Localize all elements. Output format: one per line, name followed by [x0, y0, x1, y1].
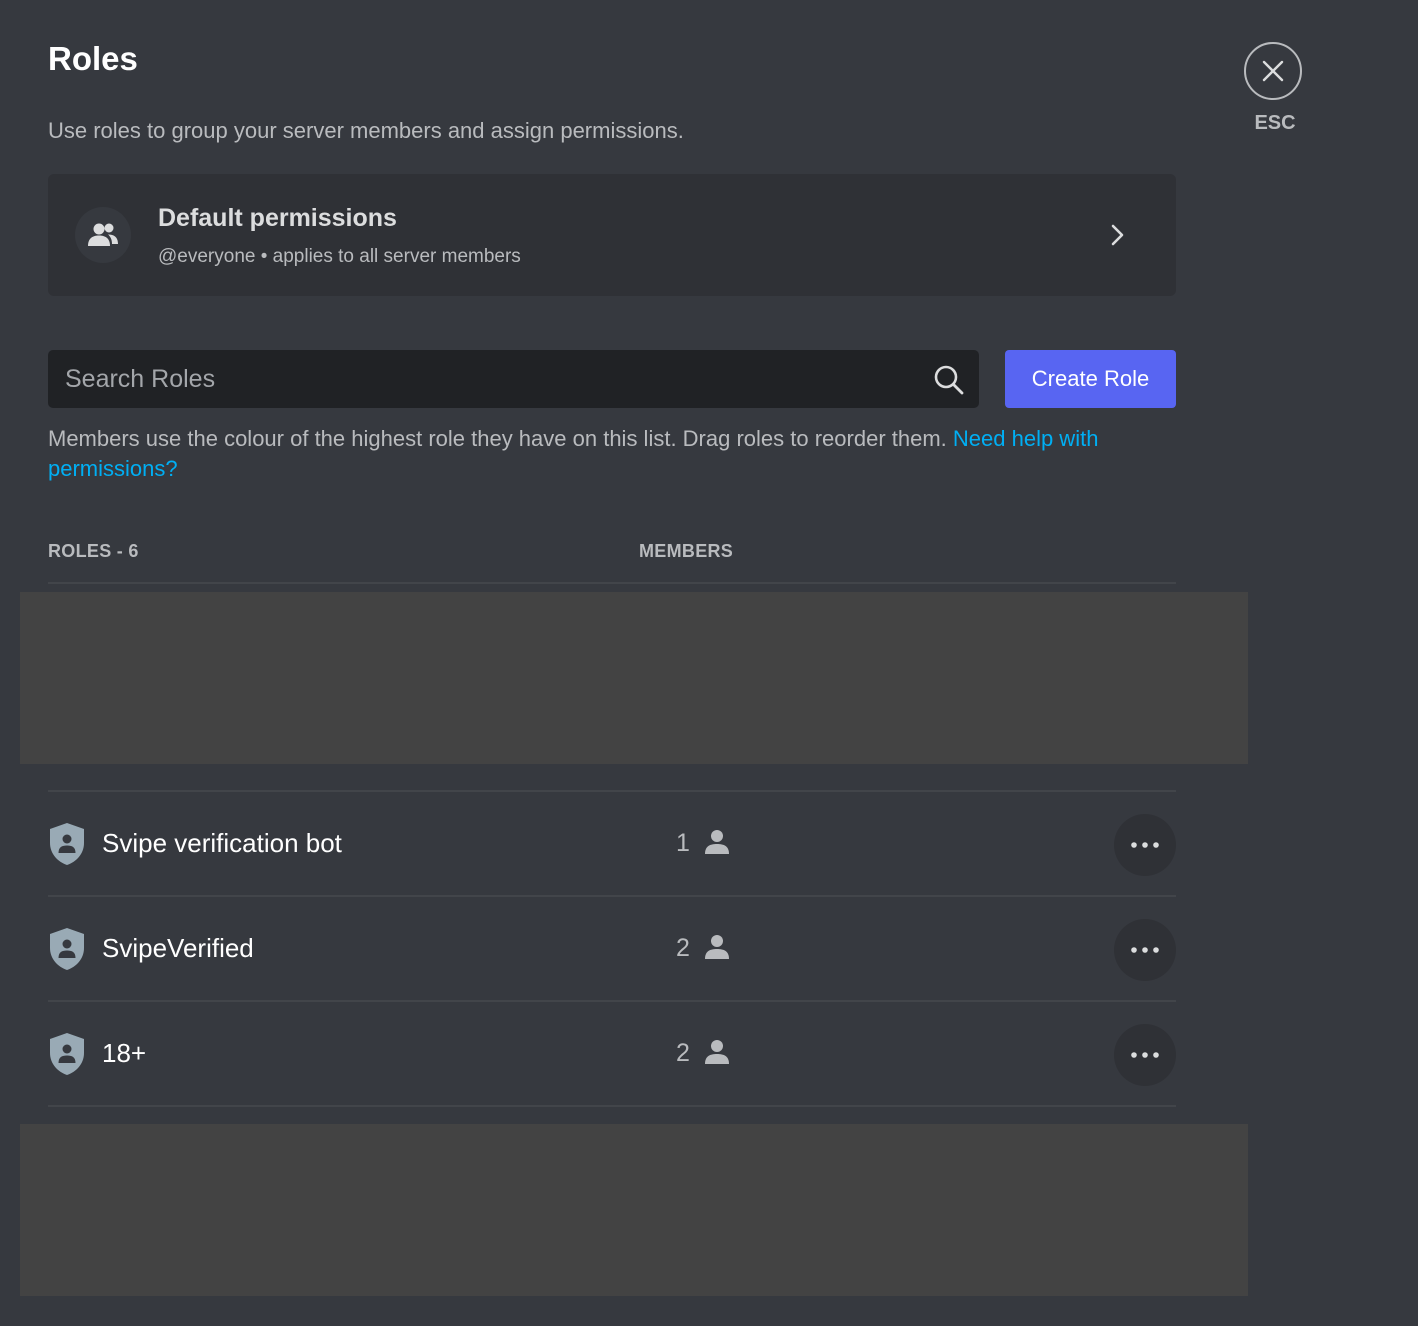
person-icon: [704, 829, 730, 860]
member-count: 2: [676, 1039, 690, 1067]
role-info-message: Members use the colour of the highest ro…: [48, 426, 953, 451]
page-title: Roles: [48, 40, 138, 77]
row-divider: [48, 1105, 1176, 1107]
more-options-button[interactable]: [1114, 814, 1176, 876]
close-control: ESC: [1244, 42, 1306, 135]
people-icon: [75, 207, 131, 263]
person-icon: [704, 934, 730, 965]
default-permissions-title: Default permissions: [158, 204, 397, 232]
search-roles-field: [48, 350, 979, 408]
search-icon[interactable]: [933, 364, 965, 401]
role-shield-icon: [48, 822, 86, 871]
role-shield-icon: [48, 1032, 86, 1081]
redacted-region: [20, 592, 1248, 764]
member-count: 2: [676, 934, 690, 962]
role-info-text: Members use the colour of the highest ro…: [48, 424, 1148, 484]
role-row[interactable]: 18+ 2: [48, 1002, 1176, 1106]
more-options-button[interactable]: [1114, 1024, 1176, 1086]
close-button[interactable]: [1244, 42, 1302, 100]
search-input[interactable]: [48, 350, 908, 408]
more-icon: [1131, 842, 1159, 848]
member-count: 1: [676, 829, 690, 857]
role-shield-icon: [48, 927, 86, 976]
more-icon: [1131, 1052, 1159, 1058]
role-name: 18+: [102, 1038, 147, 1068]
role-row[interactable]: Svipe verification bot 1: [48, 792, 1176, 896]
role-name: SvipeVerified: [102, 933, 254, 963]
more-icon: [1131, 947, 1159, 953]
more-options-button[interactable]: [1114, 919, 1176, 981]
person-icon: [704, 1039, 730, 1070]
create-role-button[interactable]: Create Role: [1005, 350, 1176, 408]
role-row[interactable]: SvipeVerified 2: [48, 897, 1176, 1001]
esc-label: ESC: [1254, 112, 1296, 134]
redacted-region: [20, 1124, 1248, 1296]
chevron-right-icon: [1110, 222, 1126, 253]
default-permissions-subtitle: @everyone • applies to all server member…: [158, 246, 521, 267]
default-permissions-card[interactable]: Default permissions @everyone • applies …: [48, 174, 1176, 296]
role-name: Svipe verification bot: [102, 828, 342, 858]
page-subtitle: Use roles to group your server members a…: [48, 118, 684, 143]
close-icon: [1262, 60, 1284, 82]
roles-column-header: ROLES - 6: [48, 541, 139, 561]
header-divider: [48, 582, 1176, 584]
members-column-header: MEMBERS: [639, 541, 734, 561]
